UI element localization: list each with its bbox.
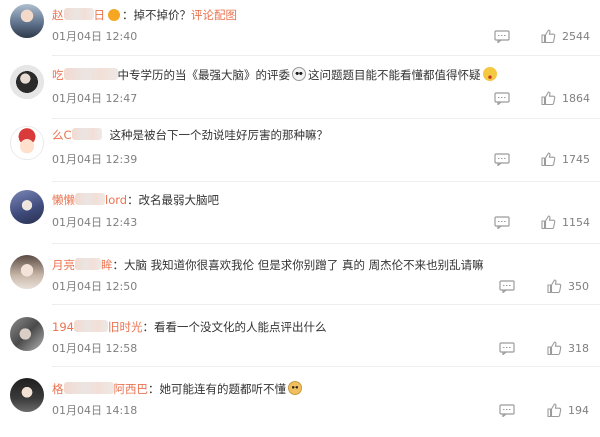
comment-line: 赵日 ：掉不掉价？评论配图 bbox=[52, 8, 237, 23]
comment-item: 懒懒 lord：改名最弱大脑吧 01月04日 12:43 1154 bbox=[0, 189, 600, 247]
comment-reply-icon[interactable] bbox=[499, 280, 515, 293]
doge-emoji-icon bbox=[288, 381, 302, 395]
username[interactable]: 赵日 bbox=[52, 8, 105, 22]
comment-line: 懒懒 lord：改名最弱大脑吧 bbox=[52, 193, 219, 208]
username[interactable]: 么C bbox=[52, 128, 102, 142]
redacted-name bbox=[73, 320, 108, 332]
like-button[interactable]: 1154 bbox=[540, 214, 600, 230]
like-button[interactable]: 2544 bbox=[540, 28, 600, 44]
like-count: 1745 bbox=[562, 153, 590, 166]
comment-item: 格阿西巴：她可能连有的题都听不懂 01月04日 14:18 194 bbox=[0, 377, 600, 435]
comment-text: ：大脑 我知道你很喜欢我伦 但是求你别蹭了 真的 周杰伦不来也别乱请嘛 bbox=[112, 258, 484, 272]
comment-text: 中专学历的当《最强大脑》的评委 bbox=[117, 68, 291, 82]
comment-line: 194 旧时光：看看一个没文化的人能点评出什么 bbox=[52, 320, 326, 335]
comment-time: 01月04日 12:39 bbox=[52, 153, 138, 166]
like-button[interactable]: 318 bbox=[546, 340, 600, 356]
comment-text-continued: 这问题题目能不能看懂都值得怀疑 bbox=[308, 68, 481, 82]
panda-emoji-icon bbox=[292, 67, 306, 81]
divider bbox=[52, 118, 600, 119]
thumbs-up-icon bbox=[547, 341, 562, 356]
comment-line: 月亮 眸：大脑 我知道你很喜欢我伦 但是求你别蹭了 真的 周杰伦不来也别乱请嘛 bbox=[52, 258, 484, 273]
crying-laugh-emoji-icon bbox=[482, 67, 497, 81]
avatar[interactable] bbox=[10, 190, 44, 224]
comment-text: ：她可能连有的题都听不懂 bbox=[148, 382, 286, 396]
divider bbox=[52, 304, 600, 305]
comment-reply-icon[interactable] bbox=[494, 30, 510, 43]
thumbs-up-icon bbox=[541, 152, 556, 167]
divider bbox=[52, 55, 600, 56]
username[interactable]: 格阿西巴 bbox=[52, 382, 148, 396]
comment-line: 么C 这种是被台下一个劲说哇好厉害的那种嘛？ bbox=[52, 128, 328, 143]
thumbs-up-icon bbox=[541, 29, 556, 44]
comment-item: 吃中专学历的当《最强大脑》的评委 这问题题目能不能看懂都值得怀疑 01月04日 1… bbox=[0, 63, 600, 121]
like-count: 2544 bbox=[562, 30, 590, 43]
comment-reply-icon[interactable] bbox=[494, 216, 510, 229]
comment-image-link[interactable]: 评论配图 bbox=[191, 8, 237, 22]
comment-reply-icon[interactable] bbox=[494, 153, 510, 166]
username[interactable]: 194 旧时光 bbox=[52, 320, 142, 334]
like-count: 318 bbox=[568, 342, 589, 355]
comment-reply-icon[interactable] bbox=[499, 342, 515, 355]
avatar[interactable] bbox=[10, 126, 44, 160]
divider bbox=[52, 181, 600, 182]
redacted-name bbox=[75, 258, 101, 270]
like-button[interactable]: 1864 bbox=[540, 90, 600, 106]
redacted-name bbox=[63, 382, 114, 394]
like-button[interactable]: 1745 bbox=[540, 151, 600, 167]
comment-line: 格阿西巴：她可能连有的题都听不懂 bbox=[52, 381, 304, 397]
thumbs-up-icon bbox=[541, 91, 556, 106]
like-count: 350 bbox=[568, 280, 589, 293]
avatar[interactable] bbox=[10, 317, 44, 351]
redacted-name bbox=[75, 193, 105, 205]
comment-time: 01月04日 12:47 bbox=[52, 92, 138, 105]
username[interactable]: 吃 bbox=[52, 68, 118, 82]
avatar[interactable] bbox=[10, 4, 44, 38]
comment-line: 吃中专学历的当《最强大脑》的评委 这问题题目能不能看懂都值得怀疑 bbox=[52, 67, 499, 83]
comment-time: 01月04日 12:40 bbox=[52, 30, 138, 43]
comment-item: 赵日 ：掉不掉价？评论配图 01月04日 12:40 2544 bbox=[0, 4, 600, 62]
verified-badge-icon bbox=[108, 9, 120, 21]
redacted-name bbox=[71, 128, 102, 140]
like-count: 194 bbox=[568, 404, 589, 417]
comment-text: ：改名最弱大脑吧 bbox=[127, 193, 220, 207]
avatar[interactable] bbox=[10, 255, 44, 289]
thumbs-up-icon bbox=[547, 279, 562, 294]
comment-time: 01月04日 14:18 bbox=[52, 404, 138, 417]
comment-time: 01月04日 12:58 bbox=[52, 342, 138, 355]
redacted-name bbox=[63, 8, 94, 20]
comment-time: 01月04日 12:50 bbox=[52, 280, 138, 293]
comment-reply-icon[interactable] bbox=[494, 92, 510, 105]
like-count: 1154 bbox=[562, 216, 590, 229]
like-count: 1864 bbox=[562, 92, 590, 105]
thumbs-up-icon bbox=[541, 215, 556, 230]
like-button[interactable]: 350 bbox=[546, 278, 600, 294]
username[interactable]: 月亮眸 bbox=[52, 258, 113, 272]
avatar[interactable] bbox=[10, 65, 44, 99]
divider bbox=[52, 366, 600, 367]
avatar[interactable] bbox=[10, 378, 44, 412]
comment-reply-icon[interactable] bbox=[499, 404, 515, 417]
comment-time: 01月04日 12:43 bbox=[52, 216, 138, 229]
divider bbox=[52, 243, 600, 244]
redacted-name bbox=[63, 68, 118, 80]
comment-text: 这种是被台下一个劲说哇好厉害的那种嘛？ bbox=[109, 128, 329, 142]
comment-item: 么C 这种是被台下一个劲说哇好厉害的那种嘛？ 01月04日 12:39 1745 bbox=[0, 124, 600, 182]
comment-text: ：看看一个没文化的人能点评出什么 bbox=[142, 320, 327, 334]
username[interactable]: 懒懒 lord bbox=[52, 193, 127, 207]
thumbs-up-icon bbox=[547, 403, 562, 418]
like-button[interactable]: 194 bbox=[546, 402, 600, 418]
comment-text: ：掉不掉价？ bbox=[122, 8, 191, 22]
